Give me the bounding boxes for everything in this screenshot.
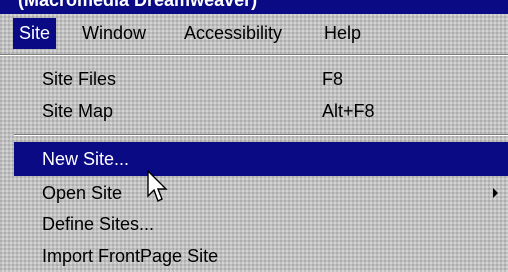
triangle-right-icon (493, 188, 498, 198)
menu-accessibility[interactable]: Accessibility (178, 18, 288, 49)
window-title: (Macromedia Dreamweaver) (18, 0, 258, 10)
menu-site[interactable]: Site (13, 18, 57, 49)
title-bar: (Macromedia Dreamweaver) (0, 0, 508, 14)
menu-item-label: Site Map (42, 101, 114, 121)
menu-item-label: Site Files (42, 69, 117, 89)
site-dropdown-menu: Site Files F8 Site Map Alt+F8 New Site..… (0, 55, 508, 269)
arrow-pointer-icon (147, 170, 168, 202)
menu-item-shortcut: Alt+F8 (322, 101, 375, 121)
menu-bar: Site Window Accessibility Help (0, 14, 508, 55)
menu-item-import-frontpage-site[interactable]: Import FrontPage Site (14, 240, 508, 272)
menu-item-site-files[interactable]: Site Files F8 (14, 63, 508, 95)
menu-separator (14, 134, 508, 136)
menu-item-label: Define Sites... (42, 214, 155, 234)
menu-item-new-site[interactable]: New Site... (14, 142, 508, 176)
menu-item-label: Open Site (42, 183, 123, 203)
menu-item-shortcut: F8 (322, 69, 344, 89)
menu-accessibility-label: Accessibility (184, 23, 283, 43)
menu-item-site-map[interactable]: Site Map Alt+F8 (14, 95, 508, 127)
menu-item-define-sites[interactable]: Define Sites... (14, 208, 508, 240)
menu-item-open-site[interactable]: Open Site (14, 177, 508, 209)
menu-help-label: Help (324, 23, 362, 43)
menu-item-label: New Site... (42, 149, 130, 169)
menu-window-label: Window (82, 23, 147, 43)
menu-site-label: Site (19, 23, 51, 43)
menu-item-label: Import FrontPage Site (42, 246, 219, 266)
menu-window[interactable]: Window (76, 18, 152, 49)
menu-help[interactable]: Help (318, 18, 367, 49)
